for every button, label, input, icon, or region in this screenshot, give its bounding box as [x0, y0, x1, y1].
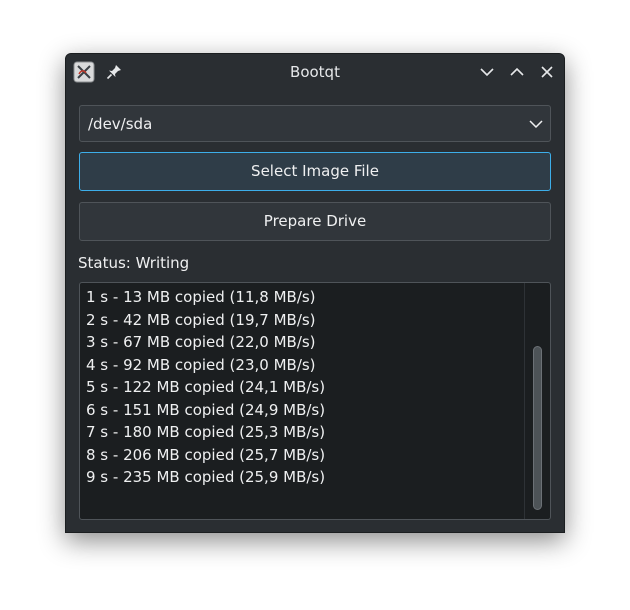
close-button[interactable]	[538, 63, 556, 81]
minimize-button[interactable]	[478, 63, 496, 81]
log-line: 5 s - 122 MB copied (24,1 MB/s)	[86, 378, 326, 396]
log-lines: 1 s - 13 MB copied (11,8 MB/s) 2 s - 42 …	[86, 286, 516, 489]
status-label: Status: Writing	[78, 254, 190, 272]
log-scrollbar[interactable]	[524, 283, 550, 519]
log-output[interactable]: 1 s - 13 MB copied (11,8 MB/s) 2 s - 42 …	[79, 282, 551, 520]
prepare-drive-button[interactable]: Prepare Drive	[79, 202, 551, 241]
scrollbar-handle[interactable]	[533, 346, 542, 510]
chevron-down-icon	[480, 68, 494, 77]
titlebar[interactable]: Bootqt	[66, 54, 564, 91]
close-icon	[541, 66, 553, 78]
log-line: 4 s - 92 MB copied (23,0 MB/s)	[86, 355, 316, 374]
log-line: 2 s - 42 MB copied (19,7 MB/s)	[86, 310, 316, 329]
chevron-down-icon	[528, 116, 544, 132]
drive-select-value: /dev/sda	[88, 115, 153, 133]
chevron-up-icon	[510, 67, 524, 76]
drive-select[interactable]: /dev/sda	[79, 105, 551, 142]
log-line: 3 s - 67 MB copied (22,0 MB/s)	[86, 333, 316, 351]
log-line: 9 s - 235 MB copied (25,9 MB/s)	[86, 468, 326, 486]
maximize-button[interactable]	[508, 63, 526, 81]
log-line: 1 s - 13 MB copied (11,8 MB/s)	[86, 288, 316, 306]
bootqt-window: Bootqt /dev/sda Select Image File Prepar…	[65, 53, 565, 533]
select-image-file-button[interactable]: Select Image File	[79, 152, 551, 191]
log-line: 6 s - 151 MB copied (24,9 MB/s)	[86, 400, 326, 419]
log-line: 7 s - 180 MB copied (25,3 MB/s)	[86, 423, 326, 441]
log-line: 8 s - 206 MB copied (25,7 MB/s)	[86, 445, 326, 464]
